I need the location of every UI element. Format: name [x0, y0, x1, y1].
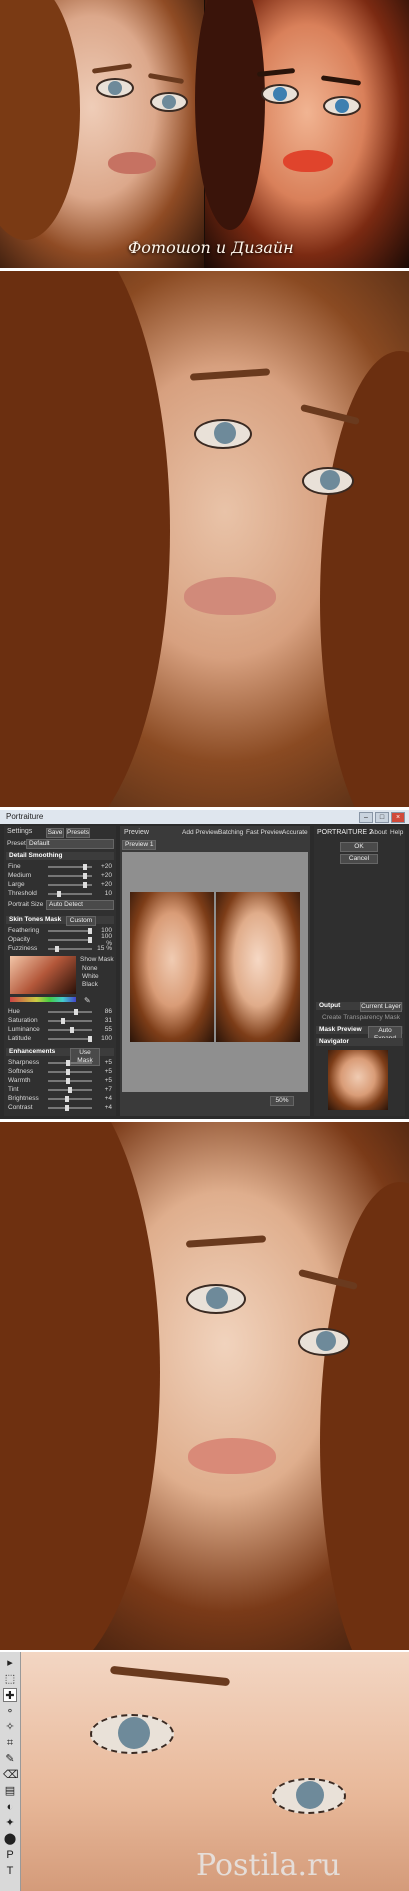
- pen-tool-icon[interactable]: P: [3, 1848, 17, 1862]
- about-link[interactable]: About: [370, 829, 387, 836]
- blur-tool-icon[interactable]: ⬤: [3, 1832, 17, 1846]
- eye-closeup-panel: ▸ ⬚ ✚ ∘ ✧ ⌗ ✎ ⌫ ▤ ◐ ✦ ⬤ P T Postila.ru: [0, 1652, 409, 1891]
- save-button[interactable]: Save: [46, 828, 64, 838]
- window-title: Portraiture: [6, 812, 44, 821]
- retouched-portrait: [0, 1122, 409, 1650]
- slider-row-threshold[interactable]: Threshold 10: [8, 890, 112, 897]
- add-preview-button[interactable]: Add Preview: [182, 829, 219, 836]
- accurate-radio[interactable]: Accurate: [282, 829, 308, 836]
- control-pane: PORTRAITURE 2 About Help OK Cancel Outpu…: [314, 826, 405, 1116]
- eraser-tool-icon[interactable]: ⌫: [3, 1768, 19, 1782]
- move-tool-icon[interactable]: ▸: [3, 1656, 17, 1670]
- navigator-header[interactable]: Navigator: [316, 1038, 403, 1046]
- lasso-tool-icon[interactable]: ✚: [3, 1688, 17, 1702]
- window-titlebar: Portraiture – □ ×: [0, 810, 409, 824]
- product-name: PORTRAITURE 2: [317, 829, 373, 836]
- show-mask-black[interactable]: Black: [82, 981, 98, 988]
- preview-label: Preview: [124, 829, 149, 836]
- preview-before-image: [130, 892, 214, 1042]
- fast-preview-radio[interactable]: Fast Preview: [246, 829, 284, 836]
- show-mask-white[interactable]: White: [82, 973, 99, 980]
- tab-preview-1[interactable]: Preview 1: [122, 840, 156, 850]
- maximize-button[interactable]: □: [375, 812, 389, 823]
- batching-button[interactable]: Batching: [218, 829, 243, 836]
- slider-row-fuzziness[interactable]: Fuzziness 15 %: [8, 945, 112, 952]
- hue-bar: [10, 997, 76, 1002]
- slider-row-large[interactable]: Large +20: [8, 881, 112, 888]
- ok-button[interactable]: OK: [340, 842, 378, 852]
- presets-button[interactable]: Presets: [66, 828, 90, 838]
- slider-row-brightness[interactable]: Brightness +4: [8, 1095, 112, 1102]
- transparency-mask-checkbox[interactable]: Create Transparency Mask: [322, 1014, 400, 1021]
- preset-label: Preset: [7, 840, 26, 847]
- crop-tool-icon[interactable]: ✧: [3, 1720, 17, 1734]
- original-portrait: [0, 271, 409, 807]
- zoom-select[interactable]: 50%: [270, 1096, 294, 1106]
- output-select[interactable]: Current Layer: [360, 1002, 402, 1012]
- marquee-tool-icon[interactable]: ⬚: [3, 1672, 17, 1686]
- close-button[interactable]: ×: [391, 812, 405, 823]
- settings-pane: Settings Save Presets Preset Default Det…: [4, 826, 116, 1116]
- skin-tones-mode-select[interactable]: Custom: [66, 916, 96, 926]
- watermark: Postila.ru: [196, 1848, 341, 1883]
- tools-panel: ▸ ⬚ ✚ ∘ ✧ ⌗ ✎ ⌫ ▤ ◐ ✦ ⬤ P T: [0, 1652, 21, 1891]
- after-photo: [195, 0, 409, 268]
- slider-row-luminance[interactable]: Luminance 55: [8, 1026, 112, 1033]
- preview-after-image: [216, 892, 300, 1042]
- dodge-tool-icon[interactable]: ◐: [3, 1800, 17, 1814]
- settings-label: Settings: [7, 828, 33, 835]
- slider-row-hue[interactable]: Hue 86: [8, 1008, 112, 1015]
- preset-select[interactable]: Default: [26, 839, 114, 849]
- slider-row-sharpness[interactable]: Sharpness +5: [8, 1059, 112, 1066]
- skin-color-picker[interactable]: [10, 956, 76, 994]
- gradient-tool-icon[interactable]: ▤: [3, 1784, 17, 1798]
- portrait-size-label: Portrait Size: [8, 901, 44, 908]
- slider-row-medium[interactable]: Medium +20: [8, 872, 112, 879]
- show-mask-label: Show Mask: [80, 956, 114, 963]
- type-tool-icon[interactable]: T: [3, 1864, 17, 1878]
- slider-row-tint[interactable]: Tint +7: [8, 1086, 112, 1093]
- eyedropper-icon[interactable]: ✎: [84, 996, 91, 1005]
- before-after-comparison: Фотошоп и Дизайн: [0, 0, 409, 268]
- slider-row-fine[interactable]: Fine +20: [8, 863, 112, 870]
- quick-select-tool-icon[interactable]: ∘: [3, 1704, 17, 1718]
- show-mask-none[interactable]: None: [82, 965, 98, 972]
- brush-tool-icon[interactable]: ✎: [3, 1752, 17, 1766]
- minimize-button[interactable]: –: [359, 812, 373, 823]
- slider-row-opacity[interactable]: Opacity 100 %: [8, 933, 112, 947]
- caption: Фотошоп и Дизайн: [128, 238, 294, 257]
- slider-row-saturation[interactable]: Saturation 31: [8, 1017, 112, 1024]
- help-link[interactable]: Help: [390, 829, 403, 836]
- slider-row-latitude[interactable]: Latitude 100: [8, 1035, 112, 1042]
- slider-row-warmth[interactable]: Warmth +5: [8, 1077, 112, 1084]
- sharpen-tool-icon[interactable]: ✦: [3, 1816, 17, 1830]
- before-photo: [0, 0, 204, 268]
- slice-tool-icon[interactable]: ⌗: [3, 1736, 17, 1750]
- portrait-size-select[interactable]: Auto Detect: [46, 900, 114, 910]
- cancel-button[interactable]: Cancel: [340, 854, 378, 864]
- detail-smoothing-header[interactable]: Detail Smoothing: [6, 852, 114, 860]
- preview-pane: Preview Add Preview Batching Fast Previe…: [120, 826, 310, 1116]
- slider-row-softness[interactable]: Softness +5: [8, 1068, 112, 1075]
- skin-tones-mask-header[interactable]: Skin Tones Mask: [6, 916, 114, 924]
- portraiture-window: Portraiture – □ × Settings Save Presets …: [0, 810, 409, 1119]
- navigator-thumbnail[interactable]: [328, 1050, 388, 1110]
- slider-row-contrast[interactable]: Contrast +4: [8, 1104, 112, 1111]
